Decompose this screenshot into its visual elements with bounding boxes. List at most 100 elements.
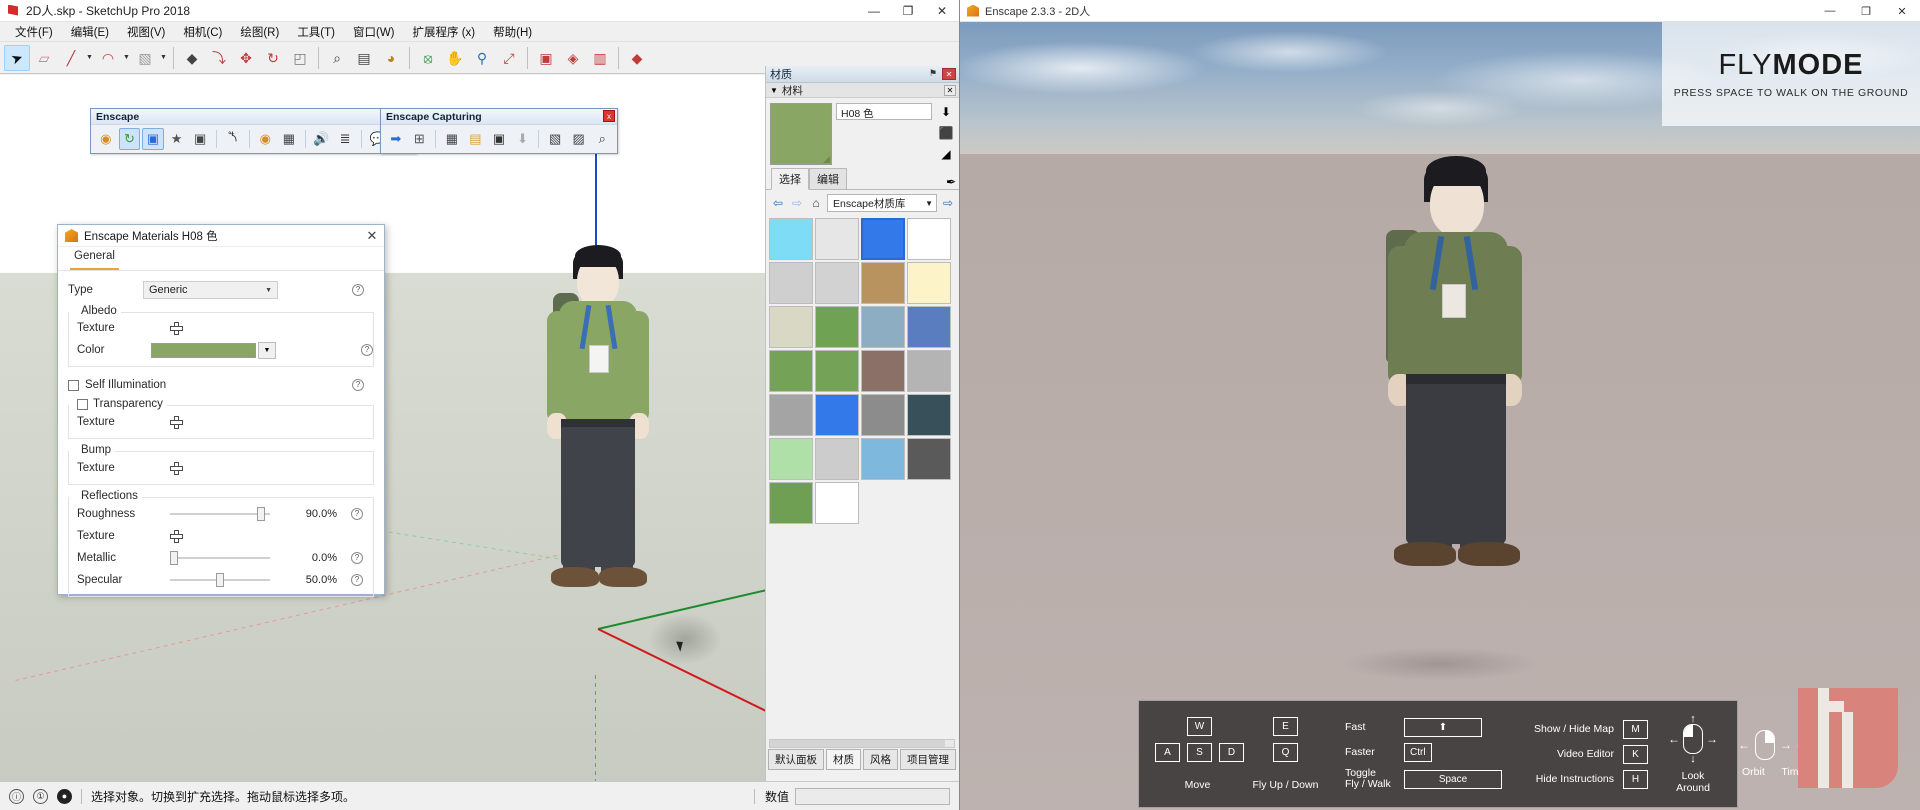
- start-enscape-button[interactable]: ◉: [95, 128, 117, 150]
- pin-icon[interactable]: ⚑: [927, 68, 939, 80]
- dimension-tool-button[interactable]: ▤: [351, 45, 377, 71]
- albedo-color-swatch[interactable]: [151, 342, 256, 358]
- material-swatch[interactable]: [769, 394, 813, 436]
- material-editor-button[interactable]: ▦: [278, 128, 300, 150]
- select-tool-button[interactable]: ➤: [4, 44, 30, 71]
- metallic-help-icon[interactable]: ?: [351, 552, 363, 564]
- type-help-icon[interactable]: ?: [352, 284, 364, 296]
- open-folder-button[interactable]: ▤: [465, 128, 487, 150]
- panorama-button[interactable]: ▧: [544, 128, 566, 150]
- material-display-icon[interactable]: ◢: [938, 145, 955, 162]
- key-d[interactable]: D: [1219, 743, 1244, 762]
- key-q[interactable]: Q: [1273, 743, 1298, 762]
- menu-edit[interactable]: 编辑(E): [62, 22, 118, 42]
- offset-tool-button[interactable]: ◰: [287, 45, 313, 71]
- arc-tool-button[interactable]: ◠: [95, 45, 121, 71]
- vcb-input[interactable]: [795, 787, 950, 805]
- metallic-slider-knob[interactable]: [170, 551, 178, 565]
- key-m[interactable]: M: [1623, 719, 1648, 739]
- materials-section-close-icon[interactable]: ✕: [944, 84, 956, 96]
- roughness-slider-knob[interactable]: [257, 507, 265, 521]
- material-swatch[interactable]: [907, 394, 951, 436]
- tab-edit[interactable]: 编辑: [809, 168, 847, 189]
- bottom-tab-project-manager[interactable]: 项目管理: [900, 749, 956, 770]
- key-space[interactable]: Space: [1404, 769, 1502, 789]
- specular-help-icon[interactable]: ?: [351, 574, 363, 586]
- collapse-icon[interactable]: ▼: [770, 86, 778, 95]
- key-h[interactable]: H: [1623, 769, 1648, 789]
- material-swatch[interactable]: [769, 218, 813, 260]
- bump-texture-add-icon[interactable]: [170, 461, 183, 475]
- material-swatch[interactable]: [769, 438, 813, 480]
- enscape-minimize-button[interactable]: —: [1812, 0, 1848, 22]
- material-swatch[interactable]: [907, 350, 951, 392]
- material-swatch[interactable]: [907, 438, 951, 480]
- enscape-close-button[interactable]: ✕: [1884, 0, 1920, 22]
- key-s[interactable]: S: [1187, 743, 1212, 762]
- followme-tool-button[interactable]: ⤵: [206, 45, 232, 71]
- rotate-tool-button[interactable]: ↻: [260, 45, 286, 71]
- key-ctrl[interactable]: Ctrl: [1404, 742, 1432, 762]
- specular-slider[interactable]: [170, 573, 270, 587]
- paint-bucket-tool-button[interactable]: ◕: [378, 45, 404, 71]
- library-detail-icon[interactable]: ⇨: [940, 195, 956, 211]
- material-name-input[interactable]: H08 色: [836, 103, 932, 120]
- self-illumination-help-icon[interactable]: ?: [352, 379, 364, 391]
- material-swatch[interactable]: [815, 262, 859, 304]
- material-swatch[interactable]: [769, 306, 813, 348]
- zoom-tool-button[interactable]: ⚲: [469, 45, 495, 71]
- synchronize-views-button[interactable]: ↻: [118, 128, 141, 150]
- sketchup-minimize-button[interactable]: —: [857, 0, 891, 22]
- bottom-tab-materials[interactable]: 材质: [826, 749, 861, 770]
- enscape-maximize-button[interactable]: ❐: [1848, 0, 1884, 22]
- general-settings-button[interactable]: ≣: [334, 128, 356, 150]
- materials-section-header[interactable]: ▼ 材料 ✕: [766, 83, 959, 98]
- enscape-render-view[interactable]: FLYMODE PRESS SPACE TO WALK ON THE GROUN…: [960, 22, 1920, 810]
- menu-draw[interactable]: 绘图(R): [231, 22, 288, 42]
- key-shift-up[interactable]: ⬆: [1404, 717, 1482, 737]
- video-capture-button[interactable]: ▣: [189, 128, 211, 150]
- material-swatch[interactable]: [861, 350, 905, 392]
- eraser-tool-button[interactable]: ▱: [31, 45, 57, 71]
- transparency-texture-add-icon[interactable]: [170, 415, 183, 429]
- add-location-button[interactable]: ◆: [624, 45, 650, 71]
- tape-measure-tool-button[interactable]: ⌕: [324, 45, 350, 71]
- transparency-group-label-wrap[interactable]: Transparency: [73, 398, 167, 410]
- material-swatch[interactable]: [815, 438, 859, 480]
- material-swatch[interactable]: [769, 262, 813, 304]
- tab-general[interactable]: General: [70, 247, 119, 270]
- material-swatch[interactable]: [861, 262, 905, 304]
- asset-library-button[interactable]: ◉: [255, 128, 277, 150]
- type-select[interactable]: Generic ▼: [143, 281, 278, 299]
- add-camera-keyframe-button[interactable]: ★: [166, 128, 188, 150]
- metallic-slider[interactable]: [170, 551, 270, 565]
- self-illumination-checkbox[interactable]: [68, 379, 79, 391]
- stereo-panorama-button[interactable]: ▨: [568, 128, 590, 150]
- menu-view[interactable]: 视图(V): [118, 22, 174, 42]
- material-options-icon[interactable]: ⬛: [938, 124, 955, 141]
- materials-panel-scrollbar[interactable]: [769, 739, 955, 748]
- key-a[interactable]: A: [1155, 743, 1180, 762]
- move-tool-button[interactable]: ✥: [233, 45, 259, 71]
- export-scene-button[interactable]: ⯲: [222, 128, 244, 150]
- enscape-capturing-close-icon[interactable]: x: [603, 110, 615, 122]
- menu-extensions[interactable]: 扩展程序 (x): [404, 22, 485, 42]
- transparency-checkbox[interactable]: [77, 398, 88, 410]
- key-k[interactable]: K: [1623, 744, 1648, 764]
- rectangle-tool-button[interactable]: ▧: [132, 45, 158, 71]
- enscape-materials-dialog[interactable]: Enscape Materials H08 色 ✕ General Type G…: [57, 224, 385, 597]
- person-model[interactable]: [525, 215, 675, 685]
- nav-forward-icon[interactable]: ⇨: [789, 195, 805, 211]
- sketchup-close-button[interactable]: ✕: [925, 0, 959, 22]
- orbit-tool-button[interactable]: ⦻: [415, 45, 441, 71]
- material-swatch[interactable]: [769, 482, 813, 524]
- material-swatch[interactable]: [815, 394, 859, 436]
- specular-slider-knob[interactable]: [216, 573, 224, 587]
- batch-render-button[interactable]: ▦: [441, 128, 463, 150]
- pushpull-tool-button[interactable]: ◆: [179, 45, 205, 71]
- bottom-tab-default-panel[interactable]: 默认面板: [768, 749, 824, 770]
- menu-tools[interactable]: 工具(T): [288, 22, 344, 42]
- material-swatch[interactable]: [907, 218, 951, 260]
- material-swatch[interactable]: [907, 262, 951, 304]
- help-status-icon[interactable]: ⓘ: [9, 788, 24, 804]
